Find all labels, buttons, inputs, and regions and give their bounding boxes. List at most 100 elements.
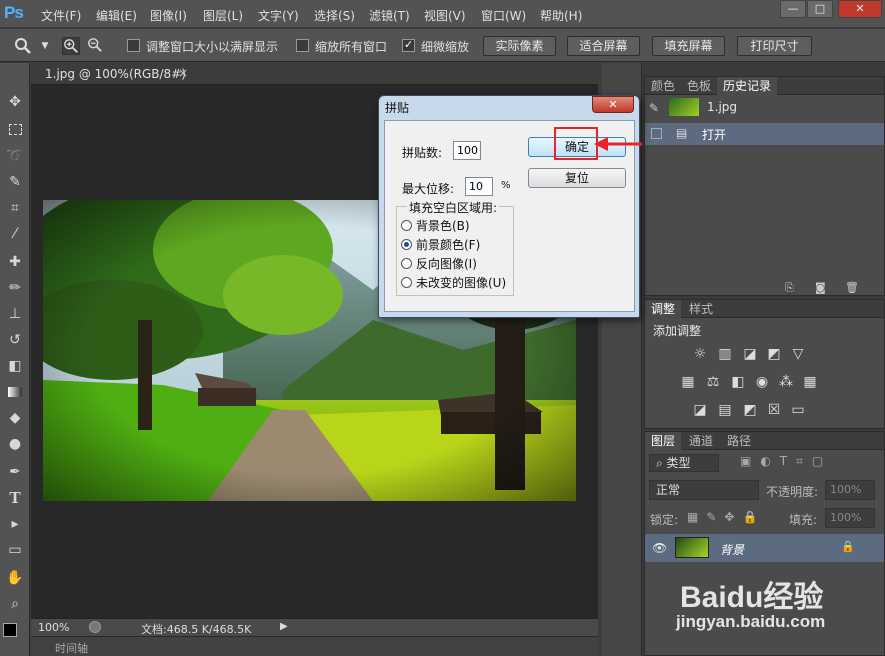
fill-field[interactable]: 100%	[825, 508, 875, 528]
actual-pixels-button[interactable]: 实际像素	[483, 36, 556, 56]
history-brush-tool-icon[interactable]: ↺	[4, 329, 26, 351]
tab-swatches[interactable]: 色板	[681, 77, 717, 95]
status-menu-arrow-icon[interactable]: ▶	[280, 621, 288, 632]
layer-filter-dropdown[interactable]: ⌕ 类型	[649, 454, 719, 472]
eyedropper-tool-icon[interactable]: ⁄	[4, 223, 26, 245]
visibility-eye-icon[interactable]: 👁	[652, 541, 667, 555]
close-window-button[interactable]: ✕	[838, 0, 882, 18]
history-step-row[interactable]: ▤ 打开	[645, 123, 884, 145]
marquee-tool-icon[interactable]	[4, 119, 26, 141]
zoom-out-icon[interactable]	[86, 37, 104, 55]
vibrance-icon[interactable]: ▽	[789, 346, 807, 362]
tab-close-icon[interactable]: ×	[178, 66, 188, 80]
type-tool-icon[interactable]: T	[4, 487, 26, 509]
zoom-tool-icon[interactable]	[14, 37, 32, 55]
menu-select[interactable]: 选择(S)	[314, 7, 355, 24]
channel-mixer-icon[interactable]: ⁂	[777, 374, 795, 390]
hand-tool-icon[interactable]: ✋	[4, 567, 26, 589]
menu-file[interactable]: 文件(F)	[41, 7, 81, 24]
dodge-tool-icon[interactable]: ●	[4, 433, 26, 455]
blend-mode-select[interactable]: 正常	[649, 480, 759, 500]
path-selection-tool-icon[interactable]: ▸	[4, 513, 26, 535]
minimize-button[interactable]: —	[780, 0, 806, 18]
new-document-from-state-icon[interactable]: ⎘	[785, 281, 794, 295]
menu-image[interactable]: 图像(I)	[150, 7, 187, 24]
tab-color[interactable]: 颜色	[645, 77, 681, 95]
move-tool-icon[interactable]: ✥	[4, 91, 26, 113]
crop-tool-icon[interactable]: ⌗	[4, 197, 26, 219]
gradient-tool-icon[interactable]	[4, 381, 26, 403]
trash-icon[interactable]: 🗑	[845, 281, 859, 294]
menu-help[interactable]: 帮助(H)	[540, 7, 582, 24]
opacity-field[interactable]: 100%	[825, 480, 875, 500]
menu-window[interactable]: 窗口(W)	[481, 7, 526, 24]
tab-styles[interactable]: 样式	[683, 300, 719, 318]
fill-label: 填充:	[789, 513, 818, 527]
tab-channels[interactable]: 通道	[683, 432, 719, 450]
fit-screen-button[interactable]: 适合屏幕	[567, 36, 640, 56]
lock-icons[interactable]: ▦✎✥🔒	[687, 510, 765, 524]
brightness-icon[interactable]: ☼	[691, 346, 709, 362]
menu-filter[interactable]: 滤镜(T)	[369, 7, 410, 24]
history-step-checkbox[interactable]	[651, 128, 662, 139]
tab-paths[interactable]: 路径	[721, 432, 757, 450]
radio-background-color[interactable]	[401, 220, 412, 231]
curves-icon[interactable]: ◪	[741, 346, 759, 362]
radio-inverse-image[interactable]	[401, 258, 412, 269]
eraser-tool-icon[interactable]: ◧	[4, 355, 26, 377]
color-lookup-icon[interactable]: ▦	[801, 374, 819, 390]
layer-row-background[interactable]: 👁 背景 🔒	[645, 534, 884, 562]
restore-button[interactable]: □	[807, 0, 833, 18]
blur-tool-icon[interactable]: ◆	[4, 407, 26, 429]
lasso-tool-icon[interactable]: ➰	[4, 145, 26, 167]
reset-button[interactable]: 复位	[528, 168, 626, 188]
tab-layers[interactable]: 图层	[645, 432, 682, 450]
radio-foreground-color[interactable]	[401, 239, 412, 250]
invert-icon[interactable]: ◪	[691, 402, 709, 418]
zoom-level[interactable]: 100%	[38, 621, 69, 634]
threshold-icon[interactable]: ◩	[741, 402, 759, 418]
scrubby-zoom-checkbox[interactable]	[402, 38, 415, 52]
brush-tool-icon[interactable]: ✏	[4, 277, 26, 299]
history-brush-source-icon[interactable]: ✎	[649, 101, 659, 115]
fill-screen-button[interactable]: 填充屏幕	[652, 36, 725, 56]
clone-stamp-tool-icon[interactable]: ⊥	[4, 303, 26, 325]
menu-layer[interactable]: 图层(L)	[203, 7, 243, 24]
camera-snapshot-icon[interactable]: ◙	[815, 281, 826, 294]
resize-windows-checkbox[interactable]	[127, 39, 140, 52]
timeline-label[interactable]: 时间轴	[55, 640, 88, 656]
zoom-in-icon[interactable]	[62, 37, 80, 55]
zoom-all-checkbox[interactable]	[296, 39, 309, 52]
shape-tool-icon[interactable]: ▭	[4, 539, 26, 561]
levels-icon[interactable]: ▥	[716, 346, 734, 362]
pen-tool-icon[interactable]: ✒	[4, 461, 26, 483]
gradient-map-icon[interactable]: ▭	[789, 402, 807, 418]
selective-color-icon[interactable]: ☒	[765, 402, 783, 418]
menu-edit[interactable]: 编辑(E)	[96, 7, 137, 24]
foreground-color-swatch[interactable]	[3, 623, 17, 637]
photo-filter-icon[interactable]: ◉	[753, 374, 771, 390]
menu-type[interactable]: 文字(Y)	[258, 7, 299, 24]
posterize-icon[interactable]: ▤	[716, 402, 734, 418]
menu-view[interactable]: 视图(V)	[424, 7, 466, 24]
hue-saturation-icon[interactable]: ▦	[679, 374, 697, 390]
exposure-icon[interactable]: ◩	[765, 346, 783, 362]
healing-brush-tool-icon[interactable]: ✚	[4, 251, 26, 273]
max-offset-input[interactable]: 10	[465, 177, 493, 196]
tiles-count-input[interactable]: 100	[453, 141, 481, 160]
tab-adjustments[interactable]: 调整	[645, 300, 682, 318]
tab-history[interactable]: 历史记录	[717, 77, 778, 95]
quick-select-tool-icon[interactable]: ✎	[4, 171, 26, 193]
status-info-icon[interactable]	[89, 621, 101, 633]
options-bar: ▼ 调整窗口大小以满屏显示 缩放所有窗口 细微缩放 实际像素 适合屏幕 填充屏幕…	[0, 29, 885, 62]
tool-preset-dropdown-icon[interactable]: ▼	[36, 37, 54, 55]
print-size-button[interactable]: 打印尺寸	[737, 36, 812, 56]
dialog-close-button[interactable]: ✕	[592, 96, 634, 113]
black-white-icon[interactable]: ◧	[729, 374, 747, 390]
color-balance-icon[interactable]: ⚖	[704, 374, 722, 390]
layer-filter-icons[interactable]: ▣◐T⌗▢	[740, 454, 832, 469]
radio-unaltered-image[interactable]	[401, 277, 412, 288]
document-tab[interactable]: 1.jpg @ 100%(RGB/8#) ×	[31, 63, 598, 85]
zoom-tool-icon-2[interactable]: ⌕	[4, 593, 26, 615]
snapshot-name[interactable]: 1.jpg	[707, 100, 737, 114]
